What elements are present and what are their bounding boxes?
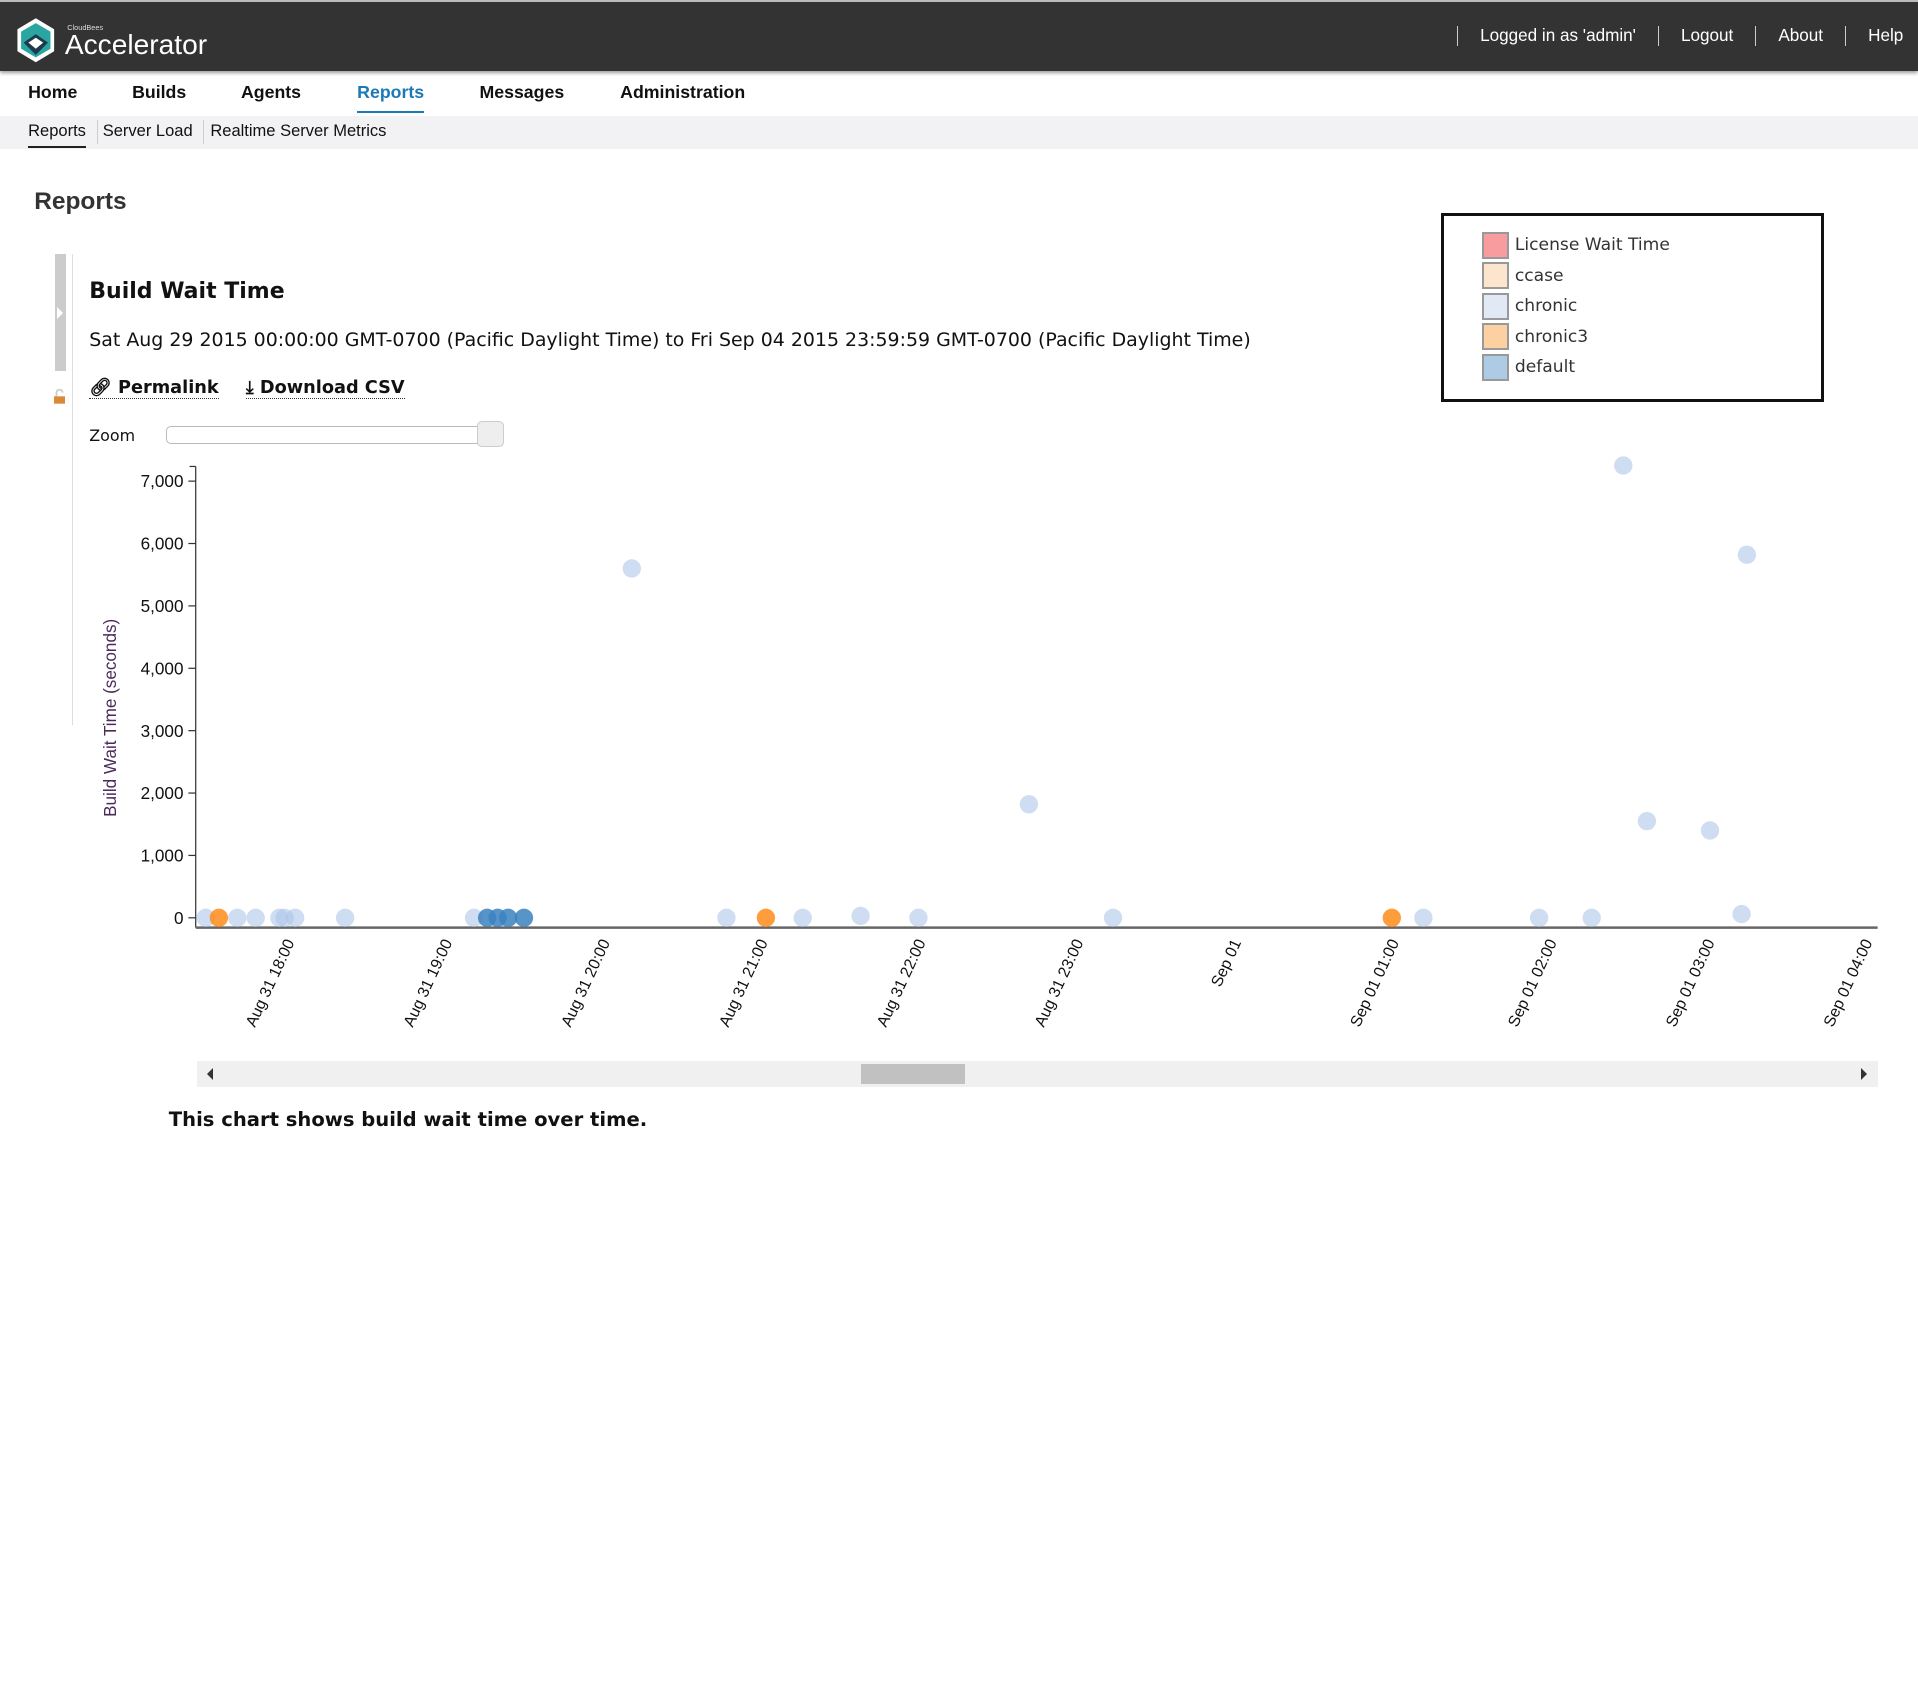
legend: License Wait Time ccase chronic chronic3… (1440, 212, 1824, 403)
sidebar-toggle-handle[interactable] (55, 254, 67, 371)
y-tick-label: 4,000 (141, 659, 184, 678)
x-tick-label: Aug 31 22:00 (874, 936, 929, 1029)
y-tick-label: 7,000 (141, 472, 184, 491)
report-date-range: Sat Aug 29 2015 00:00:00 GMT-0700 (Pacif… (89, 329, 1251, 352)
data-point-chronic3 (1382, 908, 1401, 927)
legend-label: chronic (1514, 296, 1578, 317)
data-point-chronic3 (756, 908, 776, 927)
permalink-label: Permalink (117, 377, 219, 398)
main-nav: Home Builds Agents Reports Messages Admi… (0, 71, 1918, 116)
legend-swatch (1481, 354, 1509, 381)
y-axis-label: Build Wait Time (seconds) (101, 618, 120, 816)
nav-reports[interactable]: Reports (357, 82, 425, 114)
top-bar: CloudBees Accelerator Logged in as 'admi… (0, 0, 1918, 71)
logout-link[interactable]: Logout (1657, 26, 1755, 47)
y-tick-label: 3,000 (141, 721, 184, 740)
cloudbees-logo-icon (17, 17, 54, 62)
legend-item[interactable]: chronic3 (1481, 322, 1589, 351)
permalink-link[interactable]: 🔗︎ Permalink (89, 377, 219, 399)
data-point-chronic (1637, 811, 1657, 830)
data-point-chronic3 (209, 908, 229, 927)
subnav-reports[interactable]: Reports (28, 122, 86, 149)
lock-icon[interactable] (53, 388, 65, 404)
legend-swatch (1481, 231, 1509, 259)
x-tick-label: Sep 01 01:00 (1348, 936, 1403, 1029)
chart-caption: This chart shows build wait time over ti… (168, 1108, 648, 1132)
scatter-chart: 0 1,000 2,000 3,000 4,000 5,000 6,000 7,000 Buil… (101, 455, 1878, 1029)
scrollbar-thumb[interactable] (861, 1064, 966, 1084)
x-tick-label: Aug 31 20:00 (559, 936, 614, 1029)
nav-home[interactable]: Home (28, 82, 77, 103)
legend-label: License Wait Time (1514, 235, 1670, 256)
x-tick-label: Aug 31 19:00 (401, 936, 456, 1029)
x-tick-label: Aug 31 18:00 (243, 936, 298, 1029)
data-point-chronic (622, 558, 641, 578)
report-title: Build Wait Time (89, 278, 285, 304)
scroll-right-icon[interactable] (1860, 1067, 1867, 1080)
page-title: Reports (34, 188, 127, 216)
legend-label: ccase (1514, 265, 1564, 286)
legend-label: default (1514, 357, 1576, 378)
x-tick-label: Aug 31 23:00 (1032, 936, 1087, 1029)
scroll-left-icon[interactable] (206, 1067, 213, 1080)
data-point-chronic (1019, 794, 1039, 814)
about-link[interactable]: About (1755, 26, 1845, 47)
nav-builds[interactable]: Builds (132, 82, 186, 103)
data-point-default (514, 908, 534, 927)
data-point-chronic (909, 908, 928, 927)
x-tick-label: Aug 31 21:00 (716, 936, 771, 1029)
data-point-chronic (1614, 455, 1633, 475)
legend-item[interactable]: default (1481, 353, 1576, 382)
data-point-chronic (851, 906, 870, 925)
brand-name: Accelerator (64, 28, 208, 60)
data-point-chronic (717, 908, 736, 927)
subnav-server-load[interactable]: Server Load (103, 122, 193, 141)
nav-administration[interactable]: Administration (620, 82, 745, 103)
help-link[interactable]: Help (1845, 26, 1903, 47)
legend-swatch (1481, 292, 1509, 320)
data-point-chronic (335, 908, 355, 927)
y-tick-label: 6,000 (141, 534, 184, 553)
legend-item[interactable]: ccase (1481, 261, 1564, 290)
data-point-chronic (1700, 820, 1720, 840)
legend-item[interactable]: chronic (1481, 292, 1578, 321)
data-point-chronic (285, 908, 305, 927)
legend-label: chronic3 (1514, 326, 1589, 347)
data-point-chronic (1582, 908, 1601, 927)
nav-messages[interactable]: Messages (479, 82, 564, 103)
zoom-slider-track[interactable] (166, 425, 499, 444)
x-tick-label: Sep 01 03:00 (1663, 936, 1718, 1029)
data-point-chronic (1737, 545, 1757, 564)
y-tick-label: 2,000 (141, 784, 184, 803)
x-tick-label: Sep 01 02:00 (1505, 936, 1560, 1029)
legend-swatch (1481, 323, 1509, 351)
link-icon: 🔗︎ (89, 377, 112, 398)
download-csv-link[interactable]: ⤓ Download CSV (245, 377, 405, 399)
nav-agents[interactable]: Agents (241, 82, 301, 103)
data-point-default (499, 908, 518, 927)
data-point-chronic (1414, 908, 1433, 927)
data-point-chronic (793, 908, 812, 927)
y-tick-label: 0 (174, 909, 184, 928)
y-tick-label: 5,000 (141, 597, 184, 616)
zoom-slider-thumb[interactable] (477, 420, 504, 448)
legend-swatch (1481, 262, 1509, 290)
legend-item[interactable]: License Wait Time (1481, 231, 1670, 260)
chart-horizontal-scrollbar[interactable] (196, 1060, 1878, 1088)
x-tick-label: Sep 01 04:00 (1821, 936, 1876, 1029)
y-tick-label: 1,000 (141, 846, 184, 865)
data-point-chronic (246, 908, 265, 927)
data-point-chronic (228, 908, 247, 927)
zoom-label: Zoom (89, 425, 136, 445)
sub-nav: Reports Server Load Realtime Server Metr… (0, 116, 1918, 150)
subnav-realtime-metrics[interactable]: Realtime Server Metrics (210, 122, 386, 141)
download-label: Download CSV (259, 377, 405, 398)
x-tick-label: Sep 01 (1208, 936, 1245, 989)
data-point-chronic (1103, 908, 1123, 927)
data-point-chronic (1529, 908, 1549, 927)
download-icon: ⤓ (245, 377, 254, 398)
data-point-chronic (1732, 904, 1751, 923)
logged-in-as: Logged in as 'admin' (1457, 26, 1658, 47)
